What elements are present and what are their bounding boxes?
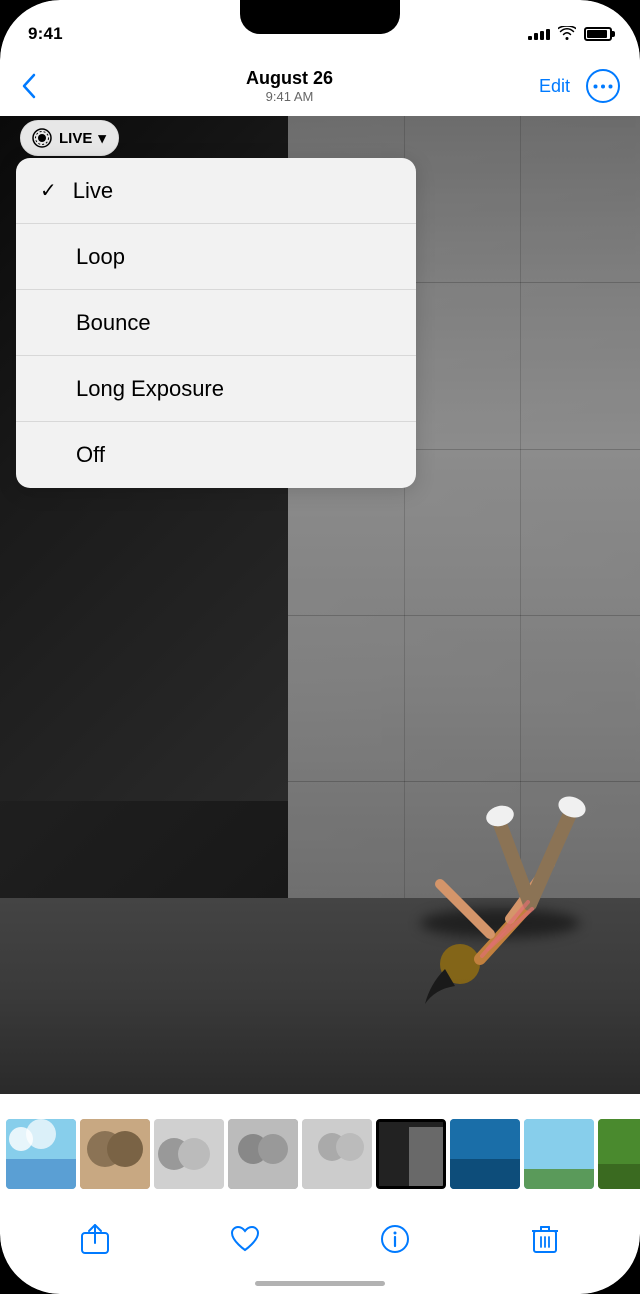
live-label: LIVE <box>59 130 92 147</box>
thumbnail-9[interactable] <box>598 1119 640 1189</box>
dropdown-item-loop-label: Loop <box>76 244 125 270</box>
phone-frame: 9:41 <box>0 0 640 1294</box>
live-photo-icon <box>31 127 53 149</box>
edit-button[interactable]: Edit <box>539 76 570 97</box>
signal-icon <box>528 29 550 40</box>
info-icon <box>380 1224 410 1254</box>
share-button[interactable] <box>70 1214 120 1264</box>
thumbnail-5[interactable] <box>302 1119 372 1189</box>
share-icon <box>81 1223 109 1255</box>
trash-icon <box>532 1224 558 1254</box>
back-button[interactable] <box>20 71 40 101</box>
thumbnail-7[interactable] <box>450 1119 520 1189</box>
checkmark-icon: ✓ <box>40 178 57 203</box>
dropdown-item-long-exposure-label: Long Exposure <box>76 376 224 402</box>
battery-icon <box>584 27 612 41</box>
thumbnail-3[interactable] <box>154 1119 224 1189</box>
nav-actions: Edit <box>539 69 620 103</box>
wifi-icon <box>558 26 576 43</box>
home-indicator <box>255 1281 385 1286</box>
dropdown-item-bounce-label: Bounce <box>76 310 151 336</box>
dropdown-item-off[interactable]: Off <box>16 422 416 488</box>
thumbnail-4[interactable] <box>228 1119 298 1189</box>
like-button[interactable] <box>220 1214 270 1264</box>
status-icons <box>528 26 612 43</box>
more-button[interactable] <box>586 69 620 103</box>
heart-icon <box>230 1225 260 1253</box>
nav-title: August 26 <box>246 68 333 89</box>
nav-bar: August 26 9:41 AM Edit <box>0 56 640 116</box>
person-figure <box>400 664 600 1014</box>
nav-center: August 26 9:41 AM <box>246 68 333 104</box>
trash-button[interactable] <box>520 1214 570 1264</box>
dropdown-item-off-label: Off <box>76 442 105 468</box>
notch <box>240 0 400 34</box>
screen: 9:41 <box>0 0 640 1294</box>
thumbnail-8[interactable] <box>524 1119 594 1189</box>
dropdown-item-live-label: Live <box>73 178 113 204</box>
thumbnail-6-selected[interactable] <box>376 1119 446 1189</box>
live-button-wrap: LIVE ▾ <box>20 120 119 156</box>
info-button[interactable] <box>370 1214 420 1264</box>
dropdown-menu: ✓ Live Loop Bounce Long Exposure Off <box>16 158 416 488</box>
thumbnail-strip <box>0 1094 640 1214</box>
dropdown-item-live[interactable]: ✓ Live <box>16 158 416 224</box>
dropdown-item-long-exposure[interactable]: Long Exposure <box>16 356 416 422</box>
status-time: 9:41 <box>28 24 63 44</box>
nav-subtitle: 9:41 AM <box>246 89 333 104</box>
thumbnail-2[interactable] <box>80 1119 150 1189</box>
live-chevron: ▾ <box>98 129 106 147</box>
dropdown-item-bounce[interactable]: Bounce <box>16 290 416 356</box>
dropdown-item-loop[interactable]: Loop <box>16 224 416 290</box>
thumbnail-1[interactable] <box>6 1119 76 1189</box>
live-button[interactable]: LIVE ▾ <box>20 120 119 156</box>
